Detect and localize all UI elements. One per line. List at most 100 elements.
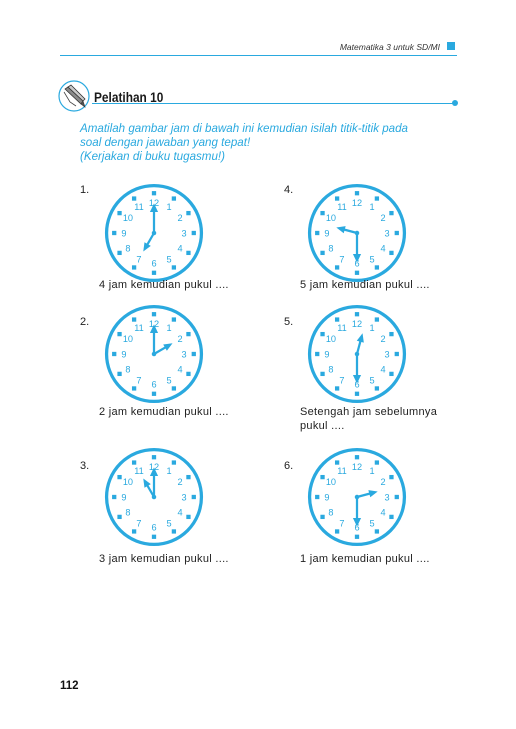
hour-number: 10 bbox=[326, 334, 336, 344]
hour-marker bbox=[374, 386, 380, 391]
hour-marker bbox=[315, 351, 320, 357]
hour-marker bbox=[131, 460, 137, 465]
page-number: 112 bbox=[60, 680, 79, 692]
hour-marker bbox=[131, 386, 137, 391]
hour-number: 5 bbox=[166, 518, 171, 528]
hour-marker bbox=[320, 210, 325, 216]
hour-number: 3 bbox=[385, 349, 390, 359]
problem-number: 4. bbox=[284, 184, 294, 196]
hour-number: 12 bbox=[352, 462, 362, 472]
problem-question: 1 jam kemudian pukul .... bbox=[300, 552, 430, 566]
hour-number: 10 bbox=[326, 213, 336, 223]
hour-marker bbox=[389, 250, 394, 256]
hour-marker bbox=[334, 317, 340, 322]
hour-number: 2 bbox=[381, 477, 386, 487]
hour-marker bbox=[354, 391, 360, 396]
problem-question: 5 jam kemudian pukul .... bbox=[300, 278, 430, 292]
hour-number: 3 bbox=[385, 228, 390, 238]
hour-number: 9 bbox=[324, 228, 329, 238]
hour-marker bbox=[389, 474, 394, 480]
hour-marker bbox=[320, 514, 325, 520]
hour-marker bbox=[131, 265, 137, 270]
hour-number: 8 bbox=[125, 364, 130, 374]
hour-marker bbox=[151, 455, 157, 460]
hour-marker bbox=[334, 196, 340, 201]
header-rule bbox=[60, 55, 457, 56]
problem-question: 4 jam kemudian pukul .... bbox=[99, 278, 229, 292]
hour-marker bbox=[334, 386, 340, 391]
hour-number: 4 bbox=[381, 507, 386, 517]
hour-marker bbox=[112, 230, 117, 236]
hour-number: 3 bbox=[182, 349, 187, 359]
hour-marker bbox=[354, 270, 360, 275]
clock-center bbox=[354, 230, 360, 236]
hour-marker bbox=[374, 265, 380, 270]
hour-marker bbox=[151, 191, 157, 196]
hour-number: 10 bbox=[123, 477, 133, 487]
hour-marker bbox=[171, 386, 177, 391]
hour-number: 2 bbox=[178, 477, 183, 487]
hour-marker bbox=[151, 270, 157, 275]
hour-marker bbox=[315, 494, 320, 500]
problem-number: 1. bbox=[80, 184, 90, 196]
hour-number: 9 bbox=[121, 492, 126, 502]
hour-marker bbox=[186, 371, 191, 377]
hour-marker bbox=[186, 474, 191, 480]
hour-number: 11 bbox=[134, 466, 144, 476]
question-line: 1 jam kemudian pukul .... bbox=[300, 553, 430, 565]
hour-marker bbox=[112, 494, 117, 500]
instruction-text: Amatilah gambar jam di bawah ini kemudia… bbox=[80, 122, 458, 164]
hour-marker bbox=[389, 210, 394, 216]
hour-number: 2 bbox=[178, 334, 183, 344]
hour-marker bbox=[112, 351, 117, 357]
hour-marker bbox=[186, 250, 191, 256]
hour-marker bbox=[117, 210, 122, 216]
question-line: pukul .... bbox=[300, 420, 345, 432]
hour-number: 3 bbox=[385, 492, 390, 502]
hour-marker bbox=[191, 494, 196, 500]
hour-marker bbox=[171, 196, 177, 201]
hour-number: 1 bbox=[369, 466, 374, 476]
hour-marker bbox=[117, 250, 122, 256]
hour-number: 4 bbox=[381, 364, 386, 374]
question-line: 5 jam kemudian pukul .... bbox=[300, 279, 430, 291]
hour-number: 7 bbox=[136, 254, 141, 264]
clock-face: 12 1234567891011 bbox=[307, 447, 407, 547]
hour-number: 8 bbox=[125, 243, 130, 253]
hour-number: 4 bbox=[178, 507, 183, 517]
hour-marker bbox=[186, 210, 191, 216]
clock-center bbox=[354, 494, 360, 500]
pencil-icon bbox=[58, 80, 90, 112]
hour-number: 8 bbox=[125, 507, 130, 517]
hour-marker bbox=[354, 312, 360, 317]
hour-number: 1 bbox=[166, 466, 171, 476]
clock-face: 12 1234567891011 bbox=[104, 447, 204, 547]
hour-marker bbox=[131, 196, 137, 201]
hour-number: 7 bbox=[339, 518, 344, 528]
hour-marker bbox=[117, 474, 122, 480]
hour-number: 12 bbox=[352, 198, 362, 208]
hour-number: 5 bbox=[166, 254, 171, 264]
hour-number: 10 bbox=[326, 477, 336, 487]
hour-number: 5 bbox=[369, 375, 374, 385]
hour-number: 11 bbox=[134, 323, 144, 333]
clock-center bbox=[354, 351, 360, 357]
hour-number: 5 bbox=[369, 254, 374, 264]
hour-number: 6 bbox=[151, 379, 156, 389]
hour-number: 8 bbox=[328, 243, 333, 253]
hour-marker bbox=[151, 312, 157, 317]
hour-marker bbox=[117, 514, 122, 520]
clock-face: 12 1234567891011 bbox=[104, 304, 204, 404]
hour-number: 7 bbox=[339, 254, 344, 264]
hour-marker bbox=[354, 455, 360, 460]
title-rule-dot bbox=[452, 100, 458, 106]
hour-marker bbox=[334, 529, 340, 534]
hour-number: 5 bbox=[166, 375, 171, 385]
hour-number: 1 bbox=[369, 202, 374, 212]
hour-number: 8 bbox=[328, 364, 333, 374]
hour-marker bbox=[394, 351, 399, 357]
hour-number: 4 bbox=[178, 243, 183, 253]
hour-marker bbox=[191, 351, 196, 357]
running-header: Matematika 3 untuk SD/MI bbox=[339, 42, 440, 52]
hour-marker bbox=[389, 331, 394, 337]
